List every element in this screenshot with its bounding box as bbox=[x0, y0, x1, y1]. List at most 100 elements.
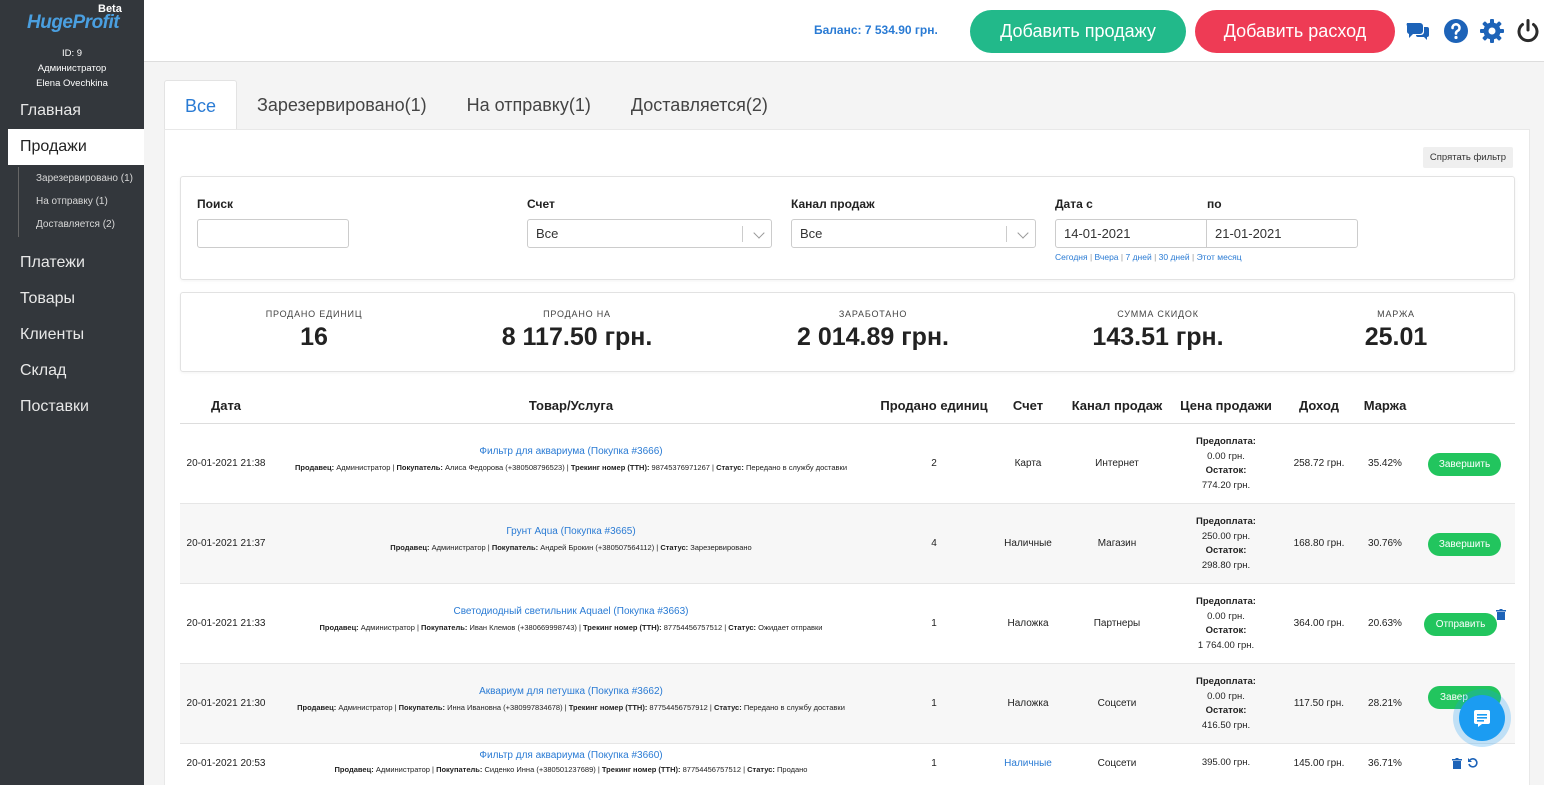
account-label: Счет bbox=[527, 197, 555, 211]
column-header-units[interactable]: Продано единиц bbox=[870, 398, 998, 413]
row-product: Фильтр для аквариума (Покупка #3660) Про… bbox=[276, 750, 866, 774]
add-sale-button[interactable]: Добавить продажу bbox=[970, 10, 1186, 53]
stat-label: ЗАРАБОТАНО bbox=[838, 309, 908, 319]
row-price: 395.00 грн. bbox=[1201, 757, 1251, 768]
quick-30-days[interactable]: 30 дней bbox=[1159, 252, 1190, 262]
row-units: 4 bbox=[931, 538, 937, 549]
date-to-label: по bbox=[1207, 197, 1222, 211]
channel-label: Канал продаж bbox=[791, 197, 875, 211]
sidebar-item-payments[interactable]: Платежи bbox=[0, 245, 144, 281]
trash-icon[interactable] bbox=[1452, 758, 1462, 769]
sidebar-item-clients[interactable]: Клиенты bbox=[0, 317, 144, 353]
column-header-channel[interactable]: Канал продаж bbox=[1068, 398, 1166, 413]
complete-button[interactable]: Завершить bbox=[1428, 453, 1501, 476]
row-units: 1 bbox=[931, 618, 937, 629]
chat-widget-button[interactable] bbox=[1459, 695, 1505, 741]
product-link[interactable]: Фильтр для аквариума (Покупка #3660) bbox=[276, 750, 866, 761]
table-row: 20-01-2021 21:37 Грунт Aqua (Покупка #36… bbox=[180, 504, 1515, 584]
product-link[interactable]: Грунт Aqua (Покупка #3665) bbox=[276, 526, 866, 537]
row-date: 20-01-2021 21:37 bbox=[186, 538, 266, 549]
date-to-input[interactable]: 21-01-2021 bbox=[1206, 219, 1358, 248]
column-header-margin[interactable]: Маржа bbox=[1355, 398, 1415, 413]
row-channel: Партнеры bbox=[1093, 618, 1141, 629]
stat-margin: МАРЖА 25.01 bbox=[1276, 309, 1516, 352]
stats-panel: ПРОДАНО ЕДИНИЦ 16 ПРОДАНО НА 8 117.50 гр… bbox=[180, 292, 1515, 372]
subnav-item-delivering[interactable]: Доставляется (2) bbox=[36, 219, 144, 231]
trash-icon[interactable] bbox=[1496, 609, 1506, 620]
sidebar: HugeProfit Beta ID: 9 Администратор Elen… bbox=[0, 0, 144, 785]
tab-delivering[interactable]: Доставляется(2) bbox=[611, 80, 788, 130]
chevron-down-icon bbox=[753, 227, 765, 239]
table-row: 20-01-2021 21:30 Аквариум для петушка (П… bbox=[180, 664, 1515, 744]
row-price: Предоплата: 0.00 грн. Остаток: 416.50 грн. bbox=[1196, 676, 1256, 731]
date-from-input[interactable]: 14-01-2021 bbox=[1055, 219, 1207, 248]
filter-panel: Поиск Счет Все Канал продаж Все Дата с п… bbox=[180, 176, 1515, 280]
stat-value: 8 117.50 грн. bbox=[501, 323, 653, 351]
date-quick-links: Сегодня | Вчера | 7 дней | 30 дней | Это… bbox=[1055, 252, 1242, 262]
balance: Баланс: 7 534.90 грн. bbox=[814, 23, 938, 37]
help-icon[interactable] bbox=[1443, 18, 1469, 44]
product-details: Продавец: Администратор | Покупатель: Ин… bbox=[297, 703, 845, 712]
quick-yesterday[interactable]: Вчера bbox=[1095, 252, 1119, 262]
sidebar-item-products[interactable]: Товары bbox=[0, 281, 144, 317]
hide-filter-button[interactable]: Спрятать фильтр bbox=[1422, 147, 1513, 168]
row-price: Предоплата: 0.00 грн. Остаток: 774.20 грн. bbox=[1196, 436, 1256, 491]
stat-units-sold: ПРОДАНО ЕДИНИЦ 16 bbox=[194, 309, 434, 352]
subnav-item-reserved[interactable]: Зарезервировано (1) bbox=[36, 173, 144, 185]
column-header-account[interactable]: Счет bbox=[988, 398, 1068, 413]
gear-icon[interactable] bbox=[1479, 18, 1505, 44]
search-label: Поиск bbox=[197, 197, 234, 211]
sidebar-nav: Главная Продажи Зарезервировано (1) На о… bbox=[0, 93, 144, 425]
row-account: Наличные bbox=[1004, 538, 1052, 549]
chat-icon[interactable] bbox=[1405, 18, 1431, 44]
sidebar-item-warehouse[interactable]: Склад bbox=[0, 353, 144, 389]
channel-select[interactable]: Все bbox=[791, 219, 1036, 248]
row-date: 20-01-2021 21:33 bbox=[186, 618, 266, 629]
stat-value: 16 bbox=[300, 323, 328, 351]
column-header-income[interactable]: Доход bbox=[1286, 398, 1352, 413]
row-income: 364.00 грн. bbox=[1293, 618, 1345, 629]
row-account-link[interactable]: Наличные bbox=[988, 758, 1068, 769]
column-header-date[interactable]: Дата bbox=[186, 398, 266, 413]
table-header: Дата Товар/Услуга Продано единиц Счет Ка… bbox=[180, 388, 1515, 424]
sidebar-item-sales[interactable]: Продажи bbox=[8, 129, 144, 165]
logo[interactable]: HugeProfit bbox=[27, 12, 120, 34]
row-date: 20-01-2021 21:38 bbox=[186, 458, 266, 469]
search-input[interactable] bbox=[197, 219, 349, 248]
chevron-down-icon bbox=[1017, 227, 1029, 239]
product-link[interactable]: Фильтр для аквариума (Покупка #3666) bbox=[276, 446, 866, 457]
power-icon[interactable] bbox=[1515, 18, 1541, 44]
account-select-value: Все bbox=[536, 226, 559, 241]
ship-button[interactable]: Отправить bbox=[1424, 613, 1497, 636]
row-income: 168.80 грн. bbox=[1293, 538, 1345, 549]
account-select[interactable]: Все bbox=[527, 219, 772, 248]
user-name: Elena Ovechkina bbox=[36, 78, 108, 89]
row-date: 20-01-2021 21:30 bbox=[186, 698, 266, 709]
row-margin: 36.71% bbox=[1368, 758, 1402, 769]
quick-this-month[interactable]: Этот месяц bbox=[1197, 252, 1242, 262]
sidebar-item-home[interactable]: Главная bbox=[0, 93, 144, 129]
message-icon bbox=[1474, 710, 1490, 727]
select-separator bbox=[1006, 226, 1007, 242]
complete-button[interactable]: Завершить bbox=[1428, 533, 1501, 556]
date-from-label: Дата с bbox=[1055, 197, 1093, 211]
sales-panel: Спрятать фильтр Поиск Счет Все Канал про… bbox=[164, 129, 1530, 785]
select-separator bbox=[742, 226, 743, 242]
quick-today[interactable]: Сегодня bbox=[1055, 252, 1088, 262]
tab-reserved[interactable]: Зарезервировано(1) bbox=[237, 80, 447, 130]
tab-all[interactable]: Все bbox=[164, 80, 238, 130]
product-link[interactable]: Аквариум для петушка (Покупка #3662) bbox=[276, 686, 866, 697]
product-details: Продавец: Администратор | Покупатель: Си… bbox=[334, 765, 808, 774]
user-info: ID: 9 Администратор Elena Ovechkina bbox=[0, 46, 144, 91]
undo-icon[interactable] bbox=[1467, 757, 1478, 768]
tab-to-ship[interactable]: На отправку(1) bbox=[447, 80, 611, 130]
quick-7-days[interactable]: 7 дней bbox=[1125, 252, 1151, 262]
stat-label: СУММА СКИДОК bbox=[1117, 309, 1199, 319]
add-expense-button[interactable]: Добавить расход bbox=[1195, 10, 1395, 53]
product-link[interactable]: Светодиодный светильник Aquael (Покупка … bbox=[276, 606, 866, 617]
sidebar-item-supplies[interactable]: Поставки bbox=[0, 389, 144, 425]
column-header-price[interactable]: Цена продажи bbox=[1170, 398, 1282, 413]
row-units: 1 bbox=[931, 758, 937, 769]
column-header-product[interactable]: Товар/Услуга bbox=[276, 398, 866, 413]
subnav-item-to-ship[interactable]: На отправку (1) bbox=[36, 196, 144, 208]
